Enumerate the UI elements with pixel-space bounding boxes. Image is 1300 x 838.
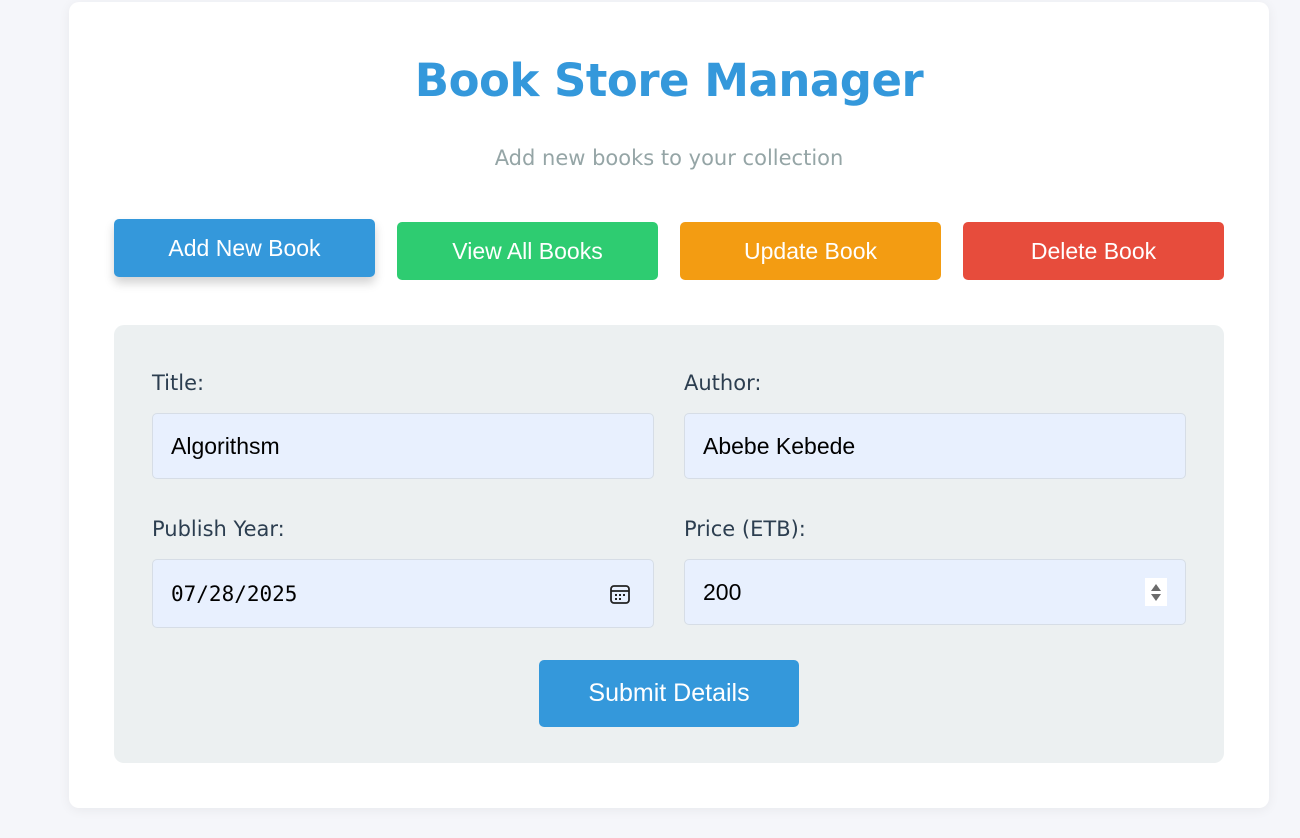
add-book-form: Title: Algorithsm Author: Abebe Kebede P… [114,325,1224,763]
delete-book-button[interactable]: Delete Book [963,222,1224,280]
view-all-books-button[interactable]: View All Books [397,222,658,280]
update-book-button[interactable]: Update Book [680,222,941,280]
author-input[interactable]: Abebe Kebede [684,413,1186,479]
calendar-icon[interactable] [609,583,631,605]
author-input-value: Abebe Kebede [703,432,856,459]
decrement-arrow-icon[interactable] [1151,593,1161,601]
spinner-arrows-icon[interactable] [1145,578,1167,606]
add-new-book-button[interactable]: Add New Book [114,219,375,277]
title-input-value: Algorithsm [171,432,280,459]
author-label: Author: [684,371,762,395]
title-input[interactable]: Algorithsm [152,413,654,479]
price-label: Price (ETB): [684,517,806,541]
publish-year-input-value: 07/28/2025 [171,581,298,606]
price-input-value: 200 [703,578,742,605]
main-card: Book Store Manager Add new books to your… [69,2,1269,808]
increment-arrow-icon[interactable] [1151,583,1161,591]
page-title: Book Store Manager [414,54,924,107]
submit-details-button[interactable]: Submit Details [539,660,799,727]
publish-year-input[interactable]: 07/28/2025 [152,559,654,628]
publish-year-label: Publish Year: [152,517,285,541]
title-label: Title: [152,371,205,395]
page-subtitle: Add new books to your collection [494,146,844,170]
price-input[interactable]: 200 [684,559,1186,625]
